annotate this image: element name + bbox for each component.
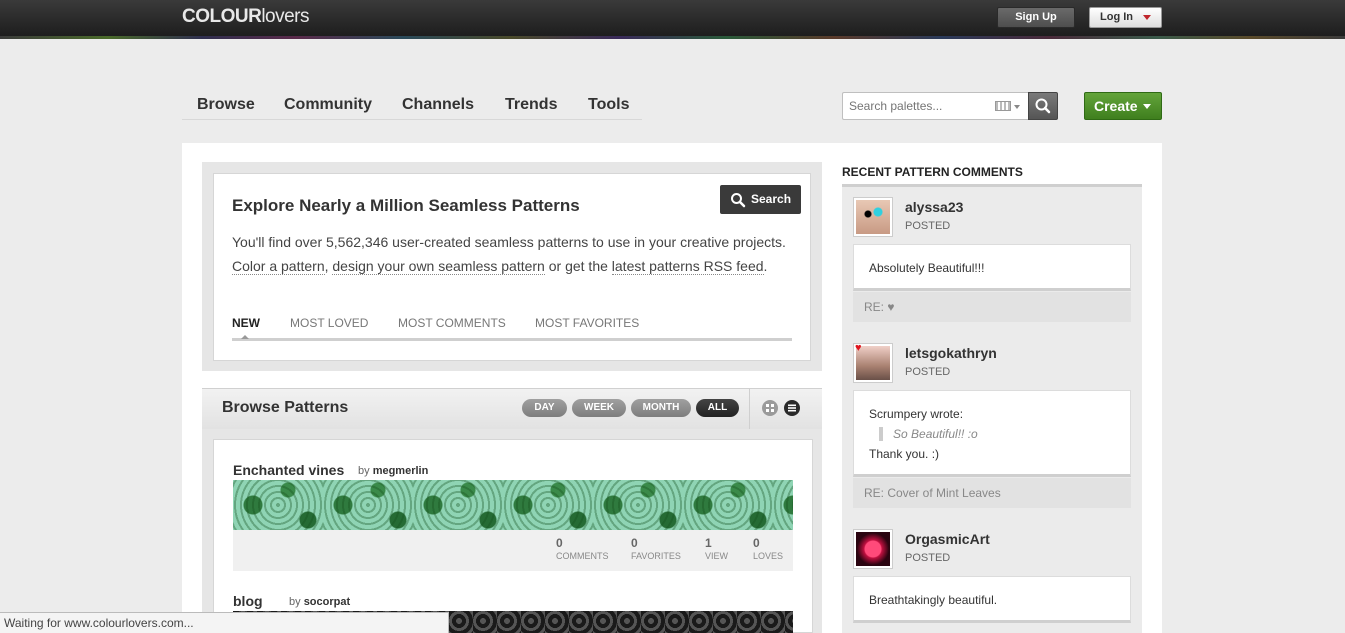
explore-title: Explore Nearly a Million Seamless Patter… [232,196,580,215]
divider [749,388,750,429]
nav-browse[interactable]: Browse [197,96,255,114]
comment-user[interactable]: OrgasmicArt [905,531,990,547]
search-button[interactable] [1028,92,1058,120]
comment-reply-link[interactable]: RE: ♥ [853,292,1131,322]
signup-button[interactable]: Sign Up [997,7,1075,28]
nav-community[interactable]: Community [284,96,372,114]
tab-new[interactable]: NEW [232,316,260,330]
pattern-image[interactable] [233,480,793,530]
sidebar-title: RECENT PATTERN COMMENTS [842,165,1023,179]
login-button[interactable]: Log In [1089,7,1162,28]
search-icon [731,193,746,208]
comment-quote: So Beautiful!! :o [879,427,1115,441]
search-box [842,92,1028,120]
comment-header: alyssa23 POSTED [853,197,1133,239]
nav-trends[interactable]: Trends [505,96,557,114]
active-tab-indicator [241,335,249,339]
search-icon [1035,98,1051,114]
comment-user[interactable]: letsgokathryn [905,345,997,361]
comment-reply-link[interactable]: RE: Cover of Mint Leaves [853,478,1131,508]
heart-icon: ♥ [855,342,862,354]
range-all[interactable]: ALL [696,399,739,417]
pattern-author: by socorpat [289,596,351,608]
pattern-author: by megmerlin [358,465,429,477]
stat-views: 1 VIEW [705,536,729,561]
chevron-down-icon [1143,15,1151,20]
nav-channels[interactable]: Channels [402,96,474,114]
comment-status: POSTED [905,552,951,564]
comment-status: POSTED [905,366,951,378]
nav-tools[interactable]: Tools [588,96,629,114]
rss-feed-link[interactable]: latest patterns RSS feed [611,258,764,275]
comment-body: Absolutely Beautiful!!! [853,244,1131,291]
tab-most-favorites[interactable]: MOST FAVORITES [535,316,639,330]
site-logo[interactable]: COLOURlovers [182,6,310,28]
pattern-title[interactable]: Enchanted vines [233,462,344,478]
chevron-down-icon[interactable] [1014,105,1020,109]
main-nav: Browse Community Channels Trends Tools [182,92,642,120]
tab-most-comments[interactable]: MOST COMMENTS [398,316,506,330]
browse-title: Browse Patterns [222,399,349,416]
range-month[interactable]: MONTH [631,399,691,417]
explore-description: You'll find over 5,562,346 user-created … [232,234,786,275]
list-view-icon[interactable] [784,400,800,416]
rainbow-strip [0,36,1345,39]
browser-status-bar: Waiting for www.colourlovers.com... [0,612,449,633]
avatar[interactable] [853,197,893,237]
comment-body: Breathtakingly beautiful. [853,576,1131,623]
grid-view-icon[interactable] [762,400,778,416]
comment-header: ♥ letsgokathryn POSTED [853,343,1133,385]
pattern-title[interactable]: blog [233,593,263,609]
comment-status: POSTED [905,220,951,232]
range-week[interactable]: WEEK [572,399,626,417]
sort-tabs: NEW MOST LOVED MOST COMMENTS MOST FAVORI… [232,316,792,341]
comment-body: Scrumpery wrote: So Beautiful!! :o Thank… [853,390,1131,477]
palette-icon[interactable] [995,101,1011,111]
stat-comments: 0 COMMENTS [556,536,609,561]
avatar[interactable] [853,529,893,569]
explore-search-button[interactable]: Search [720,185,801,214]
comment-header: OrgasmicArt POSTED [853,529,1133,571]
tab-most-loved[interactable]: MOST LOVED [290,316,368,330]
range-day[interactable]: DAY [522,399,567,417]
search-input[interactable] [849,99,989,113]
stat-favorites: 0 FAVORITES [631,536,681,561]
create-button[interactable]: Create [1084,92,1162,120]
author-link[interactable]: megmerlin [373,465,429,477]
comment-user[interactable]: alyssa23 [905,199,963,215]
author-link[interactable]: socorpat [304,596,350,608]
stat-loves: 0 LOVES [753,536,784,561]
color-pattern-link[interactable]: Color a pattern [232,258,325,275]
design-pattern-link[interactable]: design your own seamless pattern [332,258,545,275]
chevron-down-icon [1143,104,1151,109]
